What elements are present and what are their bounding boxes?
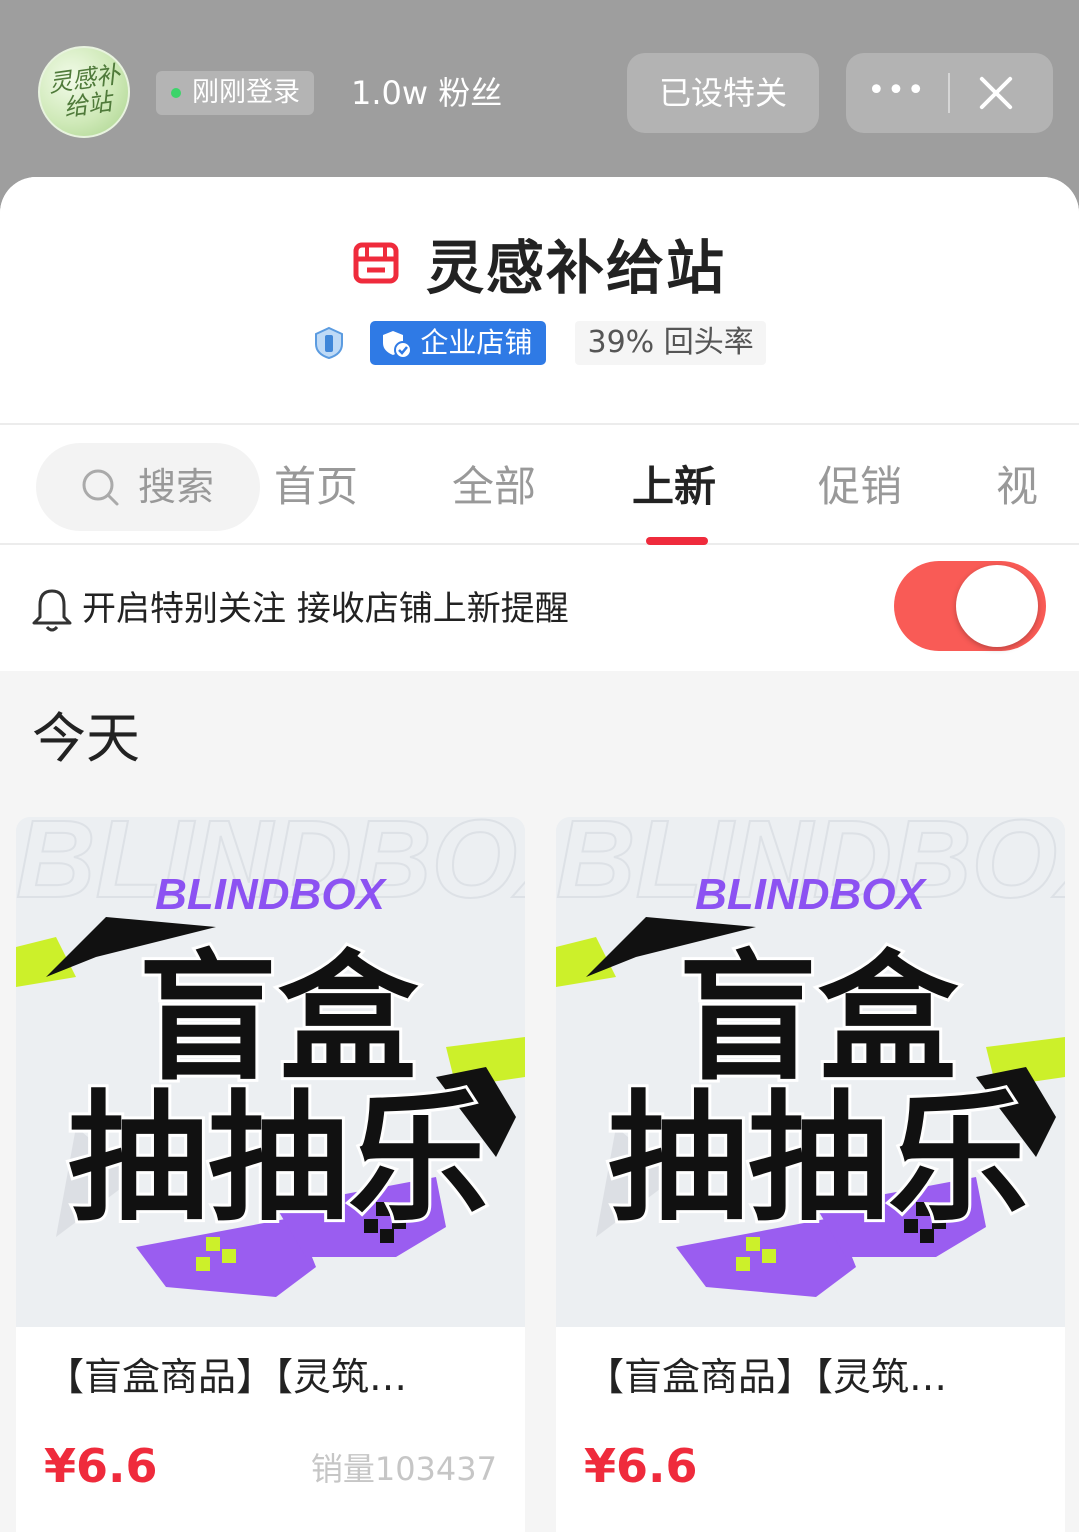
tab-new-arrivals[interactable]: 上新 — [632, 443, 716, 531]
product-card[interactable]: BLINDBOX BLINDBOX 盲盒 抽抽乐 【盲盒商品】【灵筑… ¥6.6 — [556, 817, 1065, 1532]
product-image[interactable]: BLINDBOX BLINDBOX 盲盒 抽抽乐 — [16, 817, 525, 1327]
product-sales: 销量103437 — [310, 1450, 497, 1488]
store-badges: 企业店铺 39% 回头率 — [0, 321, 1079, 365]
shop-icon — [353, 240, 399, 286]
blindbox-label: BLINDBOX — [155, 870, 387, 919]
tab-all[interactable]: 全部 — [452, 443, 536, 531]
product-title[interactable]: 【盲盒商品】【灵筑… — [46, 1347, 506, 1407]
tab-home[interactable]: 首页 — [274, 443, 358, 531]
close-icon[interactable] — [976, 73, 1016, 113]
image-headline-1: 盲盒 — [678, 938, 959, 1101]
fans-count: 1.0w 粉丝 — [351, 74, 503, 112]
toggle-knob — [956, 565, 1038, 647]
product-price: ¥6.6 — [584, 1439, 698, 1493]
level-shield-icon — [313, 326, 345, 360]
capsule-divider — [948, 73, 950, 113]
blindbox-label: BLINDBOX — [695, 870, 927, 919]
mini-program-capsule: ••• — [846, 53, 1053, 133]
image-headline-1: 盲盒 — [138, 938, 419, 1101]
special-follow-toggle[interactable] — [894, 561, 1046, 651]
product-image[interactable]: BLINDBOX BLINDBOX 盲盒 抽抽乐 — [556, 817, 1065, 1327]
tab-videos[interactable]: 视频 — [996, 443, 1079, 599]
tab-promotions[interactable]: 促销 — [818, 443, 902, 531]
store-name: 灵感补给站 — [426, 234, 727, 302]
product-card[interactable]: BLINDBOX BLINDBOX 盲盒 抽抽乐 【盲盒商品】【灵筑… ¥6.6 — [16, 817, 525, 1532]
bell-icon — [30, 587, 74, 635]
product-feed: 今天 BLINDBOX BLINDBOX 盲盒 — [0, 671, 1079, 1532]
search-icon — [80, 467, 120, 507]
store-tabs: 搜索 首页 全部 上新 促销 视频 — [0, 427, 1079, 599]
notify-text: 开启特别关注 接收店铺上新提醒 — [82, 589, 569, 629]
login-status-badge: 刚刚登录 — [156, 71, 314, 115]
active-tab-indicator — [646, 537, 708, 545]
store-title-row: 灵感补给站 — [0, 221, 1079, 302]
product-price: ¥6.6 — [44, 1439, 158, 1493]
special-follow-button[interactable]: 已设特关 — [627, 53, 819, 133]
login-status-text: 刚刚登录 — [192, 77, 300, 108]
store-sheet: 灵感补给站 企业店铺 39% 回头率 搜索 首页 全部 上新 促销 视 开启特别… — [0, 177, 1079, 1532]
enterprise-store-badge[interactable]: 企业店铺 — [370, 321, 547, 365]
section-title-today: 今天 — [32, 707, 140, 770]
online-dot-icon — [171, 88, 181, 98]
enterprise-badge-text: 企业店铺 — [420, 326, 533, 359]
product-title[interactable]: 【盲盒商品】【灵筑… — [586, 1347, 1046, 1407]
image-headline-2: 抽抽乐 — [68, 1078, 488, 1241]
verified-enterprise-icon — [380, 328, 413, 359]
return-rate-badge: 39% 回头率 — [575, 321, 766, 365]
avatar-logo-text: 灵感补给站 — [46, 60, 122, 123]
store-search-button[interactable]: 搜索 — [36, 443, 260, 531]
more-icon[interactable]: ••• — [846, 53, 948, 133]
store-header: 灵感补给站 企业店铺 39% 回头率 — [0, 177, 1079, 425]
search-label: 搜索 — [138, 465, 215, 509]
store-avatar[interactable]: 灵感补给站 — [38, 46, 130, 138]
top-bar: 灵感补给站 刚刚登录 1.0w 粉丝 已设特关 ••• — [0, 0, 1079, 200]
image-headline-2: 抽抽乐 — [608, 1078, 1028, 1241]
special-follow-notify-row: 开启特别关注 接收店铺上新提醒 — [0, 547, 1079, 671]
